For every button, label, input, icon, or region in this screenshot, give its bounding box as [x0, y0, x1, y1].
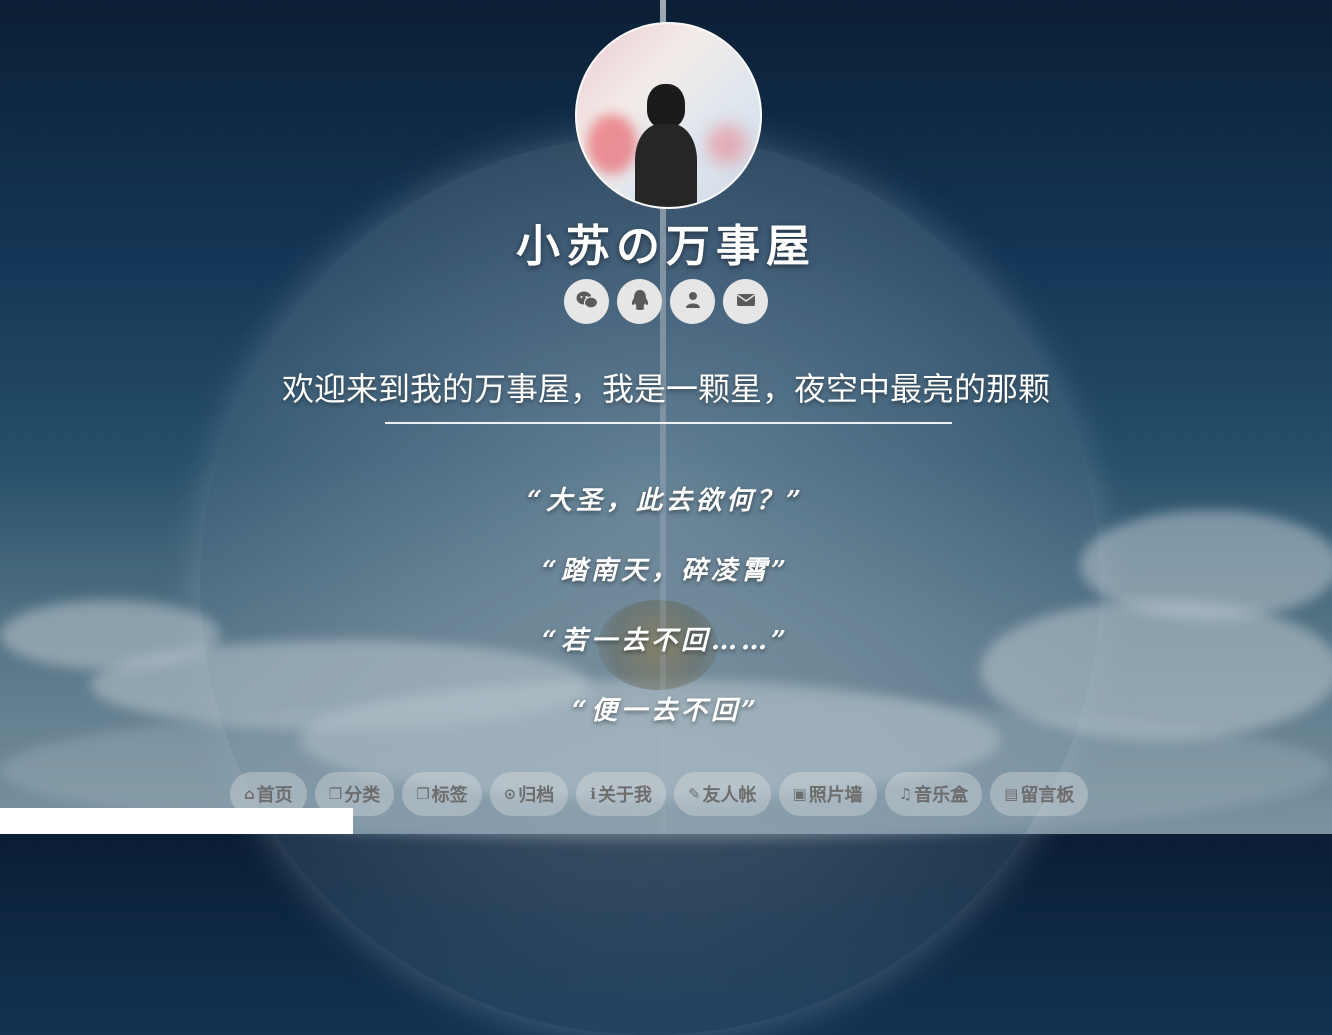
info-icon: ℹ: [590, 785, 596, 803]
divider: [385, 422, 952, 424]
nav-item-tags[interactable]: ❐ 标签: [402, 772, 482, 816]
nav-label: 归档: [518, 785, 555, 806]
mail-button[interactable]: [723, 279, 768, 324]
poem: “大圣，此去欲何？” “踏南天，碎凌霄” “若一去不回……” “便一去不回”: [0, 478, 1332, 758]
nav-label: 分类: [344, 785, 381, 806]
nav-label: 留言板: [1020, 785, 1075, 806]
qq-icon: [630, 289, 650, 315]
nav-item-photos[interactable]: ▣ 照片墙: [778, 772, 877, 816]
nav-label: 友人帐: [702, 785, 757, 806]
book-icon: ▤: [1004, 785, 1019, 803]
tag-icon: ❐: [416, 785, 430, 803]
category-icon: ❐: [328, 785, 343, 803]
poem-line: “踏南天，碎凌霄”: [542, 556, 790, 586]
site-title: 小苏の万事屋: [516, 221, 816, 272]
poem-line: “大圣，此去欲何？”: [527, 486, 805, 516]
main-nav: ⌂ 首页 ❐ 分类 ❐ 标签 ⊙ 归档 ℹ 关于我 ✎ 友人帐 ▣ 照片墙 ♫ …: [230, 772, 1089, 816]
nav-item-archive[interactable]: ⊙ 归档: [489, 772, 569, 816]
tagline: 欢迎来到我的万事屋，我是一颗星，夜空中最亮的那颗: [281, 370, 1050, 408]
avatar[interactable]: [575, 22, 762, 209]
nav-label: 标签: [431, 785, 468, 806]
nav-item-about[interactable]: ℹ 关于我: [576, 772, 666, 816]
image-icon: ▣: [792, 785, 807, 803]
nav-label: 音乐盒: [914, 785, 969, 806]
nav-item-guestbook[interactable]: ▤ 留言板: [990, 772, 1089, 816]
archive-icon: ⊙: [503, 785, 517, 803]
wechat-icon: [576, 290, 598, 314]
mail-icon: [736, 292, 756, 312]
user-icon: [685, 291, 701, 313]
poem-line: “若一去不回……”: [542, 626, 790, 656]
qq-button[interactable]: [617, 279, 662, 324]
pencil-icon: ✎: [687, 785, 701, 803]
nav-item-music[interactable]: ♫ 音乐盒: [884, 772, 983, 816]
music-icon: ♫: [898, 785, 913, 803]
nav-label: 首页: [256, 785, 293, 806]
nav-label: 照片墙: [808, 785, 863, 806]
nav-label: 关于我: [597, 785, 652, 806]
poem-line: “便一去不回”: [572, 696, 760, 726]
bottom-bar: [0, 808, 353, 834]
home-icon: ⌂: [244, 785, 255, 803]
nav-item-friends[interactable]: ✎ 友人帐: [673, 772, 771, 816]
social-links: [564, 279, 768, 324]
user-button[interactable]: [670, 279, 715, 324]
wechat-button[interactable]: [564, 279, 609, 324]
